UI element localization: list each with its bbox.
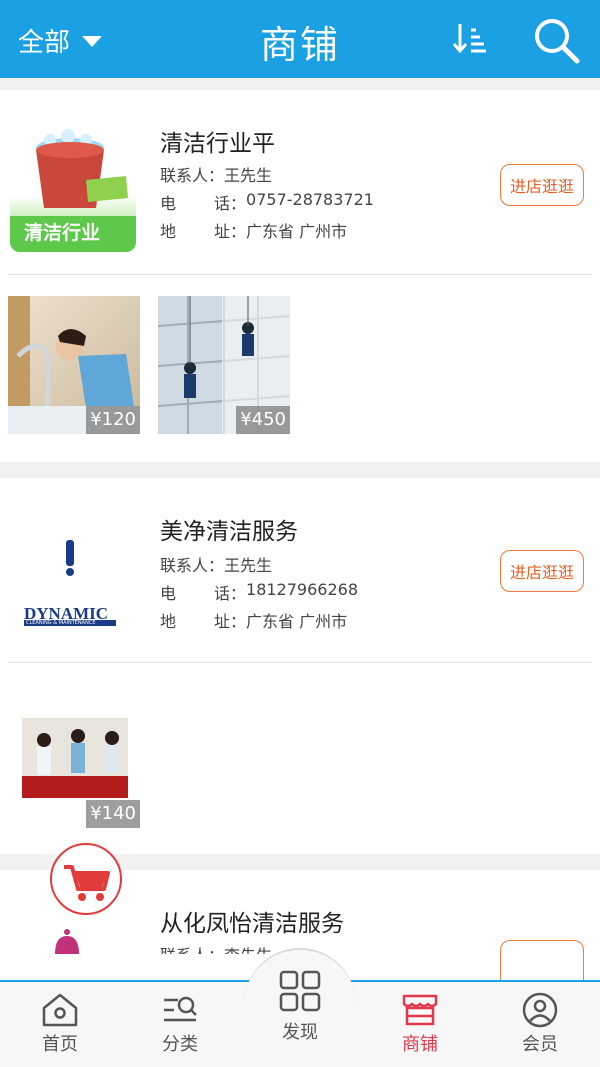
shop-logo: 清洁行业 bbox=[10, 126, 136, 252]
phone-value[interactable]: 18127966268 bbox=[246, 580, 358, 604]
nav-discover-label: 发现 bbox=[282, 1022, 318, 1043]
shop-address: 地 址： 广东省 广州市 bbox=[160, 218, 347, 242]
phone-label-part1: 电 bbox=[160, 584, 177, 603]
product-thumbnail[interactable]: ¥140 bbox=[8, 690, 140, 828]
shop-summary[interactable]: DYNAMIC CLEANING & MAINTENANCE 美净清洁服务 联系… bbox=[0, 478, 600, 662]
address-label-part1: 地 bbox=[160, 222, 177, 241]
phone-label-part2: 话： bbox=[214, 584, 247, 603]
visit-store-button[interactable]: 进店逛逛 bbox=[500, 164, 584, 206]
shop-phone: 电 话： 0757-28783721 bbox=[160, 190, 374, 214]
phone-label-part1: 电 bbox=[160, 194, 177, 213]
cart-button[interactable] bbox=[50, 843, 122, 915]
visit-store-button[interactable]: 进店逛逛 bbox=[500, 550, 584, 592]
address-value: 广东省 广州市 bbox=[246, 222, 348, 241]
page-title: 商铺 bbox=[259, 23, 340, 67]
user-icon bbox=[522, 992, 558, 1028]
sort-icon[interactable] bbox=[452, 20, 488, 56]
category-search-icon bbox=[164, 996, 197, 1022]
shop-name: 美净清洁服务 bbox=[160, 519, 298, 545]
nav-discover[interactable]: 发现 bbox=[250, 964, 350, 1044]
shop-logo-text: 清洁行业 bbox=[24, 222, 101, 244]
grid-icon bbox=[279, 970, 321, 1012]
visit-store-button[interactable] bbox=[500, 940, 584, 980]
nav-member-label: 会员 bbox=[522, 1034, 558, 1055]
shop-contact: 联系人： 王先生 bbox=[160, 552, 272, 576]
address-label-part2: 址： bbox=[214, 612, 247, 631]
product-thumbnail[interactable]: ¥450 bbox=[158, 296, 290, 434]
contact-label: 联系人： bbox=[160, 942, 224, 954]
divider bbox=[8, 274, 592, 275]
contact-label: 联系人： bbox=[160, 556, 225, 575]
nav-store-label: 商铺 bbox=[402, 1034, 438, 1055]
shop-name: 从化凤怡清洁服务 bbox=[160, 911, 344, 937]
nav-category-label: 分类 bbox=[162, 1034, 198, 1055]
contact-value: 王先生 bbox=[224, 556, 273, 575]
search-icon[interactable] bbox=[532, 16, 580, 64]
shop-logo-subtext: CLEANING & MAINTENANCE bbox=[26, 620, 96, 626]
shop-contact: 联系人： 王先生 bbox=[160, 162, 272, 186]
shop-phone: 电 话： 18127966268 bbox=[160, 580, 358, 604]
contact-value: 李先生 bbox=[224, 942, 272, 954]
product-thumbnail[interactable]: ¥120 bbox=[8, 296, 140, 434]
shop-card[interactable]: DYNAMIC CLEANING & MAINTENANCE 美净清洁服务 联系… bbox=[0, 478, 600, 854]
bottom-navigation: 首页 分类 发现 商铺 会员 bbox=[0, 948, 600, 1067]
nav-member[interactable]: 会员 bbox=[490, 988, 590, 1056]
product-price: ¥140 bbox=[86, 800, 140, 828]
shop-summary[interactable]: 清洁行业 清洁行业平 联系人： 王先生 电 话： 0757-28783721 地… bbox=[0, 90, 600, 274]
address-label-part1: 地 bbox=[160, 612, 177, 631]
shop-contact: 联系人： 李先生 bbox=[160, 942, 272, 954]
nav-store[interactable]: 商铺 bbox=[370, 988, 470, 1056]
shop-card[interactable]: 清洁行业 清洁行业平 联系人： 王先生 电 话： 0757-28783721 地… bbox=[0, 90, 600, 462]
phone-label-part2: 话： bbox=[214, 194, 247, 213]
shop-address: 地 址： 广东省 广州市 bbox=[160, 608, 347, 632]
store-icon bbox=[402, 994, 438, 1026]
service-bell-icon[interactable] bbox=[52, 926, 82, 956]
nav-category[interactable]: 分类 bbox=[130, 988, 230, 1056]
top-bar: 全部 商铺 bbox=[0, 0, 600, 78]
product-price: ¥120 bbox=[86, 406, 140, 434]
product-price: ¥450 bbox=[236, 406, 290, 434]
nav-home-label: 首页 bbox=[42, 1034, 78, 1055]
nav-home[interactable]: 首页 bbox=[10, 988, 110, 1056]
contact-value: 王先生 bbox=[224, 166, 273, 185]
contact-label: 联系人： bbox=[160, 166, 225, 185]
home-icon bbox=[42, 993, 78, 1027]
address-label-part2: 址： bbox=[214, 222, 247, 241]
phone-value[interactable]: 0757-28783721 bbox=[246, 190, 374, 214]
shop-logo: DYNAMIC CLEANING & MAINTENANCE bbox=[10, 514, 136, 640]
cart-icon bbox=[64, 865, 110, 901]
divider bbox=[8, 662, 592, 663]
address-value: 广东省 广州市 bbox=[246, 612, 348, 631]
shop-name: 清洁行业平 bbox=[160, 131, 275, 157]
